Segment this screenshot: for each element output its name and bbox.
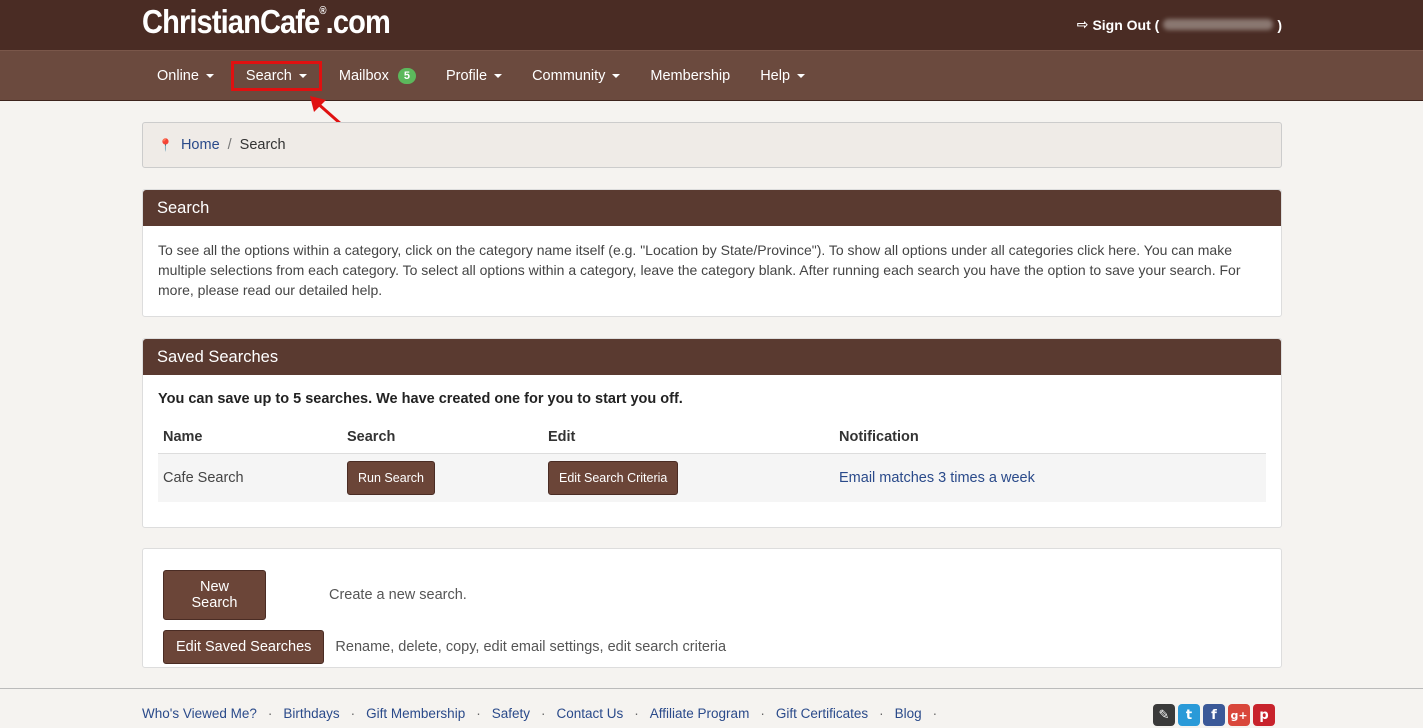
footer-links: Who's Viewed Me? · Birthdays · Gift Member… xyxy=(142,706,938,721)
saved-searches-table: Name Search Edit Notification Cafe Searc… xyxy=(158,421,1266,502)
google-plus-icon[interactable]: g+ xyxy=(1228,704,1250,726)
social-icons: ✎ t f g+ p xyxy=(1153,704,1275,726)
saved-searches-title: Saved Searches xyxy=(143,339,1281,375)
breadcrumb-current: Search xyxy=(239,137,286,153)
nav-search[interactable]: Search xyxy=(230,61,322,91)
saved-searches-panel: Saved Searches You can save up to 5 sear… xyxy=(142,338,1282,528)
redacted-username xyxy=(1163,19,1274,30)
caret-down-icon xyxy=(797,74,806,78)
nav-mailbox[interactable]: Mailbox 5 xyxy=(324,61,431,91)
footer-link-blog[interactable]: Blog xyxy=(895,706,922,721)
caret-down-icon xyxy=(494,74,503,78)
breadcrumb: 📍 Home / Search xyxy=(142,122,1282,168)
sign-out-link[interactable]: ⇨ Sign Out () xyxy=(1077,16,1282,33)
search-name: Cafe Search xyxy=(158,453,342,502)
facebook-icon[interactable]: f xyxy=(1203,704,1225,726)
top-header: ChristianCafe®.com ⇨ Sign Out () xyxy=(0,0,1423,50)
caret-down-icon xyxy=(612,74,621,78)
footer-link-gift-certificates[interactable]: Gift Certificates xyxy=(776,706,868,721)
search-actions-panel: New Search Create a new search. Edit Sav… xyxy=(142,548,1282,668)
sign-out-icon: ⇨ xyxy=(1076,16,1089,32)
notification-link[interactable]: Email matches 3 times a week xyxy=(839,470,1035,486)
map-pin-icon: 📍 xyxy=(158,138,173,152)
col-notification: Notification xyxy=(834,421,1266,454)
search-panel-body: To see all the options within a category… xyxy=(158,242,1241,298)
new-search-button[interactable]: New Search xyxy=(163,570,266,620)
footer-link-contact[interactable]: Contact Us xyxy=(556,706,623,721)
site-logo[interactable]: ChristianCafe®.com xyxy=(142,3,391,41)
caret-down-icon xyxy=(298,74,307,78)
footer-link-birthdays[interactable]: Birthdays xyxy=(283,706,339,721)
nav-community[interactable]: Community xyxy=(517,61,635,91)
edit-saved-searches-button[interactable]: Edit Saved Searches xyxy=(163,630,325,664)
caret-down-icon xyxy=(205,74,214,78)
nav-membership[interactable]: Membership xyxy=(635,61,745,91)
main-navbar: Online Search Mailbox 5 Profile Community… xyxy=(0,50,1423,101)
footer-divider xyxy=(0,688,1423,689)
col-name: Name xyxy=(158,421,342,454)
pinterest-icon[interactable]: p xyxy=(1253,704,1275,726)
col-search: Search xyxy=(342,421,543,454)
breadcrumb-home-link[interactable]: Home xyxy=(181,137,220,153)
search-panel-title: Search xyxy=(143,190,1281,226)
twitter-icon[interactable]: t xyxy=(1178,704,1200,726)
footer-link-safety[interactable]: Safety xyxy=(492,706,530,721)
col-edit: Edit xyxy=(543,421,834,454)
saved-searches-intro: You can save up to 5 searches. We have c… xyxy=(158,391,683,407)
footer-link-gift-membership[interactable]: Gift Membership xyxy=(366,706,465,721)
nav-online[interactable]: Online xyxy=(142,61,229,91)
edit-saved-searches-desc: Rename, delete, copy, edit email setting… xyxy=(335,639,727,655)
footer-link-whos-viewed[interactable]: Who's Viewed Me? xyxy=(142,706,257,721)
search-panel: Search To see all the options within a c… xyxy=(142,189,1282,317)
nav-profile[interactable]: Profile xyxy=(431,61,517,91)
run-search-button[interactable]: Run Search xyxy=(347,461,436,495)
edit-search-criteria-button[interactable]: Edit Search Criteria xyxy=(548,461,679,495)
mailbox-count-badge: 5 xyxy=(397,68,416,84)
new-search-desc: Create a new search. xyxy=(329,587,467,603)
footer-link-affiliate[interactable]: Affiliate Program xyxy=(650,706,750,721)
nav-help[interactable]: Help xyxy=(745,61,820,91)
pencil-icon[interactable]: ✎ xyxy=(1153,704,1175,726)
table-row: Cafe Search Run Search Edit Search Crite… xyxy=(158,453,1266,502)
